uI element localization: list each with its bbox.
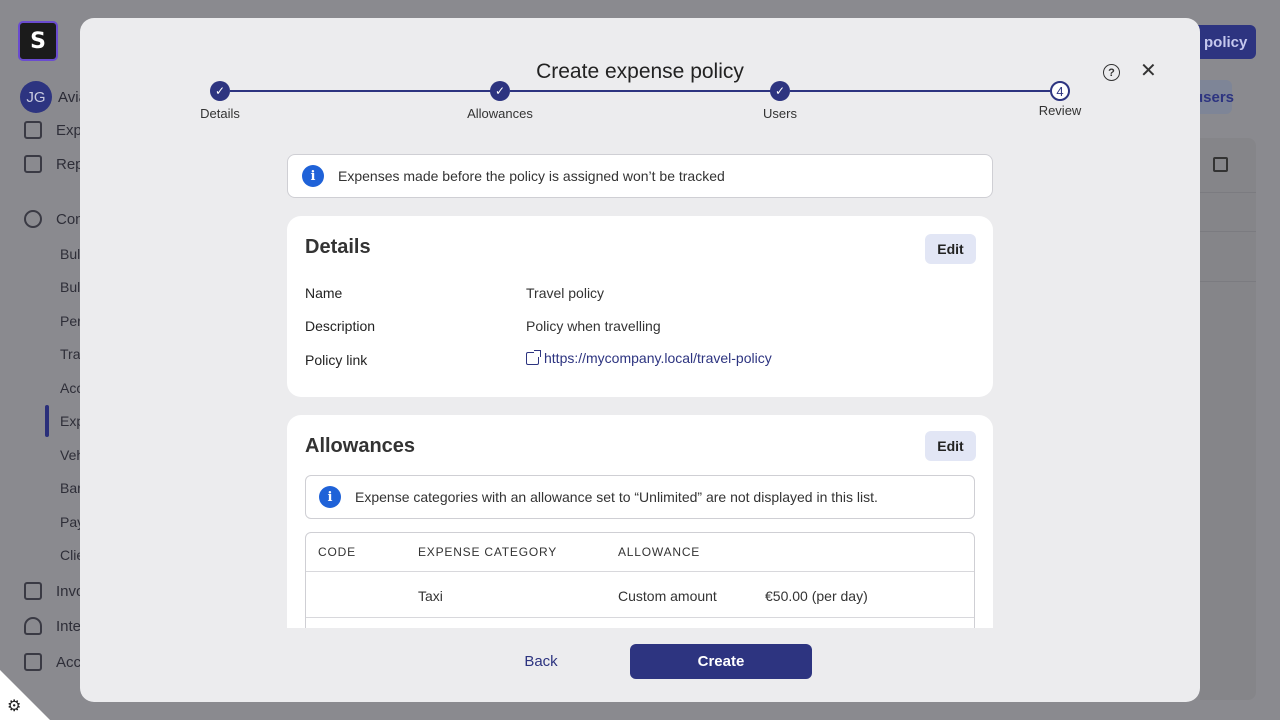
step-details-label: Details — [200, 106, 240, 121]
allowances-title: Allowances — [305, 435, 416, 457]
step-details-check-icon[interactable]: ✓ — [210, 81, 230, 101]
step-users-label: Users — [763, 106, 797, 121]
receipt-icon — [24, 121, 42, 139]
info-icon: i — [319, 486, 341, 508]
create-button[interactable]: Create — [630, 644, 812, 679]
invoice-icon — [24, 582, 42, 600]
review-content[interactable]: i Expenses made before the policy is ass… — [287, 154, 993, 628]
subnav-item: Bul — [60, 279, 81, 295]
column-header-category: EXPENSE CATEGORY — [418, 545, 558, 559]
column-header-allowance: ALLOWANCE — [618, 545, 701, 559]
step-users-check-icon[interactable]: ✓ — [770, 81, 790, 101]
policy-link-label: Policy link — [305, 352, 368, 368]
column-header-code: CODE — [318, 545, 356, 559]
subnav-item: Bar — [60, 480, 82, 496]
subnav-item: Tra — [60, 346, 81, 362]
name-value: Travel policy — [526, 285, 605, 301]
nav-reports: Rep — [24, 155, 84, 173]
nav-invoices: Invo — [24, 582, 84, 600]
header-divider — [306, 571, 974, 572]
app-logo: S — [18, 21, 58, 61]
active-indicator — [45, 405, 49, 437]
gear-icon — [24, 210, 42, 228]
background-table-panel — [1200, 138, 1256, 700]
step-connector — [510, 90, 780, 92]
nav-accounts: Acc — [24, 653, 81, 671]
description-value: Policy when travelling — [526, 318, 661, 334]
row-allowance-type: Custom amount — [618, 588, 717, 604]
allowances-notice: i Expense categories with an allowance s… — [305, 475, 975, 519]
gear-icon[interactable]: ⚙ — [7, 696, 21, 716]
policy-notice: i Expenses made before the policy is ass… — [287, 154, 993, 198]
allowances-card: Allowances Edit i Expense categories wit… — [287, 415, 993, 628]
allowances-notice-text: Expense categories with an allowance set… — [355, 489, 878, 505]
edit-details-button[interactable]: Edit — [925, 234, 976, 264]
details-title: Details — [305, 236, 371, 258]
policy-link-text[interactable]: https://mycompany.local/travel-policy — [544, 350, 772, 366]
info-icon: i — [302, 165, 324, 187]
step-review-number: 4 — [1050, 81, 1070, 101]
stepper: ✓ Details ✓ Allowances ✓ Users 4 Review — [80, 18, 1200, 148]
row-divider — [306, 617, 974, 618]
user-menu: JG Avia — [20, 81, 87, 113]
name-label: Name — [305, 285, 343, 301]
external-link-icon — [526, 349, 541, 365]
nav-expenses: Exp — [24, 121, 82, 139]
step-allowances-label: Allowances — [467, 106, 533, 121]
plug-icon — [24, 617, 42, 635]
create-policy-modal: Create expense policy ? ✕ ✓ Details ✓ Al… — [80, 18, 1200, 702]
row-amount: €50.00 (per day) — [765, 588, 868, 604]
allowances-table: CODE EXPENSE CATEGORY ALLOWANCE Taxi Cus… — [305, 532, 975, 628]
report-icon — [24, 155, 42, 173]
nav-integrations: Inte — [24, 617, 81, 635]
back-button[interactable]: Back — [510, 644, 572, 678]
subnav-item: Bul — [60, 246, 81, 262]
step-connector — [230, 90, 500, 92]
avatar: JG — [20, 81, 52, 113]
subnav-item: Per — [60, 313, 82, 329]
description-label: Description — [305, 318, 376, 334]
step-review-label: Review — [1038, 103, 1082, 118]
policy-link[interactable]: https://mycompany.local/travel-policy — [526, 349, 772, 366]
nav-configuration: Con — [24, 210, 84, 228]
policy-notice-text: Expenses made before the policy is assig… — [338, 168, 725, 184]
building-icon — [24, 653, 42, 671]
row-category: Taxi — [418, 588, 443, 604]
columns-icon — [1213, 157, 1228, 172]
step-allowances-check-icon[interactable]: ✓ — [490, 81, 510, 101]
details-card: Details Edit Name Travel policy Descript… — [287, 216, 993, 397]
step-connector — [790, 90, 1050, 92]
edit-allowances-button[interactable]: Edit — [925, 431, 976, 461]
